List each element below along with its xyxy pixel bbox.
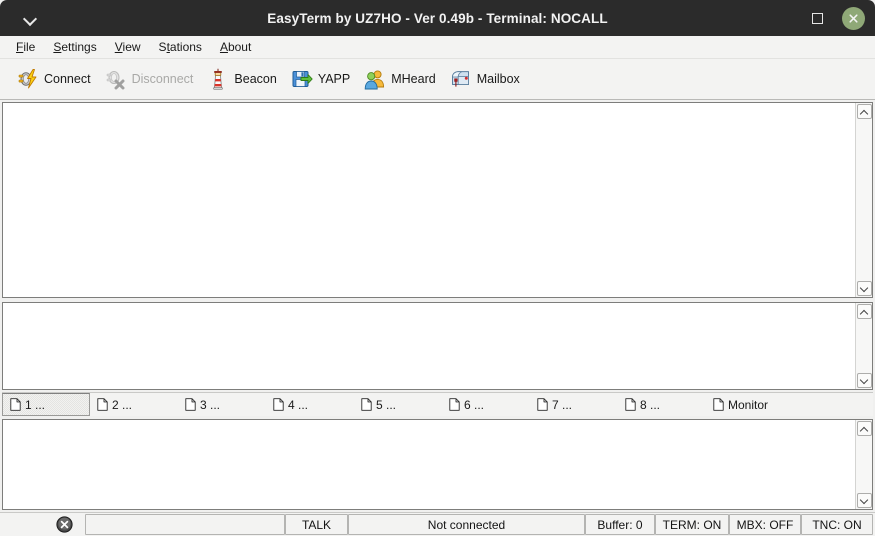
menu-item-settings[interactable]: Settings [44,40,105,54]
document-icon [97,398,108,411]
menu-item-view[interactable]: View [106,40,150,54]
document-icon [537,398,548,411]
window-controls [806,0,875,36]
monitor-text[interactable] [3,303,855,389]
yapp-button[interactable]: YAPP [286,65,359,93]
tab-label: 8 ... [640,397,661,412]
monitor-panel [2,302,873,390]
tab-label: 6 ... [464,397,485,412]
mailbox-button[interactable]: Mailbox [445,65,529,93]
close-button[interactable] [842,6,865,30]
beacon-button-label: Beacon [234,72,277,86]
plug-disconnect-icon [106,71,125,90]
tab-monitor[interactable]: Monitor [706,393,794,416]
document-icon [273,398,284,411]
send-panel [2,419,873,510]
tab-channel-2[interactable]: 2 ... [90,393,178,416]
scroll-up-button[interactable] [856,104,872,119]
menu-bar: File Settings View Stations About [0,36,875,59]
document-icon [713,398,724,411]
tab-channel-3[interactable]: 3 ... [178,393,266,416]
chevron-down-icon [861,497,868,504]
mbx-status[interactable]: MBX: OFF [729,514,801,535]
receive-text[interactable] [3,103,855,297]
scroll-down-button[interactable] [856,281,872,296]
tab-channel-8[interactable]: 8 ... [618,393,706,416]
window-menu-button[interactable] [0,0,60,36]
floppy-arrow-icon [292,71,313,87]
connection-status: Not connected [348,514,585,535]
receive-scrollbar[interactable] [855,103,872,297]
maximize-icon [811,12,823,24]
document-icon [625,398,636,411]
channel-tab-bar: 1 ... 2 ... 3 ... 4 ... 5 ... 6 ... 7 ..… [2,392,873,416]
tab-channel-4[interactable]: 4 ... [266,393,354,416]
menu-item-file[interactable]: File [7,40,44,54]
menu-item-stations[interactable]: Stations [150,40,211,54]
mailbox-icon [451,71,469,87]
mheard-button[interactable]: MHeard [359,65,444,93]
monitor-scrollbar[interactable] [855,303,872,389]
chevron-up-icon [861,108,868,115]
talk-indicator[interactable]: TALK [285,514,348,535]
scroll-track[interactable] [856,436,872,493]
document-icon [185,398,196,411]
window-title: EasyTerm by UZ7HO - Ver 0.49b - Terminal… [267,10,608,26]
mheard-button-label: MHeard [391,72,436,86]
plug-lightning-icon [18,69,37,89]
tab-label: Monitor [728,397,769,412]
tab-label: 2 ... [112,397,133,412]
send-text[interactable] [3,420,855,509]
document-icon [361,398,372,411]
tab-channel-5[interactable]: 5 ... [354,393,442,416]
connect-button-label: Connect [44,72,91,86]
two-people-icon [364,70,385,90]
tab-label: 5 ... [376,397,397,412]
toolbar: Connect Disconnect Beacon YAPP MHeard Ma… [0,59,875,100]
document-icon [10,398,21,411]
tab-label: 3 ... [200,397,221,412]
lighthouse-icon [213,68,224,90]
tab-channel-7[interactable]: 7 ... [530,393,618,416]
disconnect-button[interactable]: Disconnect [100,65,203,93]
tab-label: 1 ... [25,397,46,412]
menu-item-about[interactable]: About [211,40,260,54]
beacon-button[interactable]: Beacon [202,65,285,93]
receive-panel [2,102,873,298]
chevron-down-icon [24,12,37,25]
connect-button[interactable]: Connect [12,65,100,93]
send-scrollbar[interactable] [855,420,872,509]
scroll-track[interactable] [856,319,872,373]
mailbox-button-label: Mailbox [476,72,520,86]
tab-channel-6[interactable]: 6 ... [442,393,530,416]
command-input[interactable] [85,514,285,535]
chevron-down-icon [861,377,868,384]
tab-channel-1[interactable]: 1 ... [2,393,90,416]
tab-label: 7 ... [552,397,573,412]
scroll-up-button[interactable] [856,421,872,436]
cancel-circle-icon[interactable] [56,516,73,533]
main-area: 1 ... 2 ... 3 ... 4 ... 5 ... 6 ... 7 ..… [0,100,875,512]
close-icon [849,13,858,23]
maximize-button[interactable] [806,7,828,29]
title-bar: EasyTerm by UZ7HO - Ver 0.49b - Terminal… [0,0,875,36]
tab-label: 4 ... [288,397,309,412]
scroll-down-button[interactable] [856,373,872,388]
disconnect-button-label: Disconnect [131,72,194,86]
status-bar: TALK Not connected Buffer: 0 TERM: ON MB… [0,512,875,536]
scroll-track[interactable] [856,119,872,281]
buffer-status: Buffer: 0 [585,514,655,535]
chevron-up-icon [861,308,868,315]
scroll-down-button[interactable] [856,493,872,508]
status-icon-cell [0,513,85,536]
tnc-status[interactable]: TNC: ON [801,514,873,535]
yapp-button-label: YAPP [317,72,351,86]
document-icon [449,398,460,411]
scroll-up-button[interactable] [856,304,872,319]
easyterm-window: EasyTerm by UZ7HO - Ver 0.49b - Terminal… [0,0,875,536]
chevron-down-icon [861,285,868,292]
term-status[interactable]: TERM: ON [655,514,729,535]
chevron-up-icon [861,425,868,432]
